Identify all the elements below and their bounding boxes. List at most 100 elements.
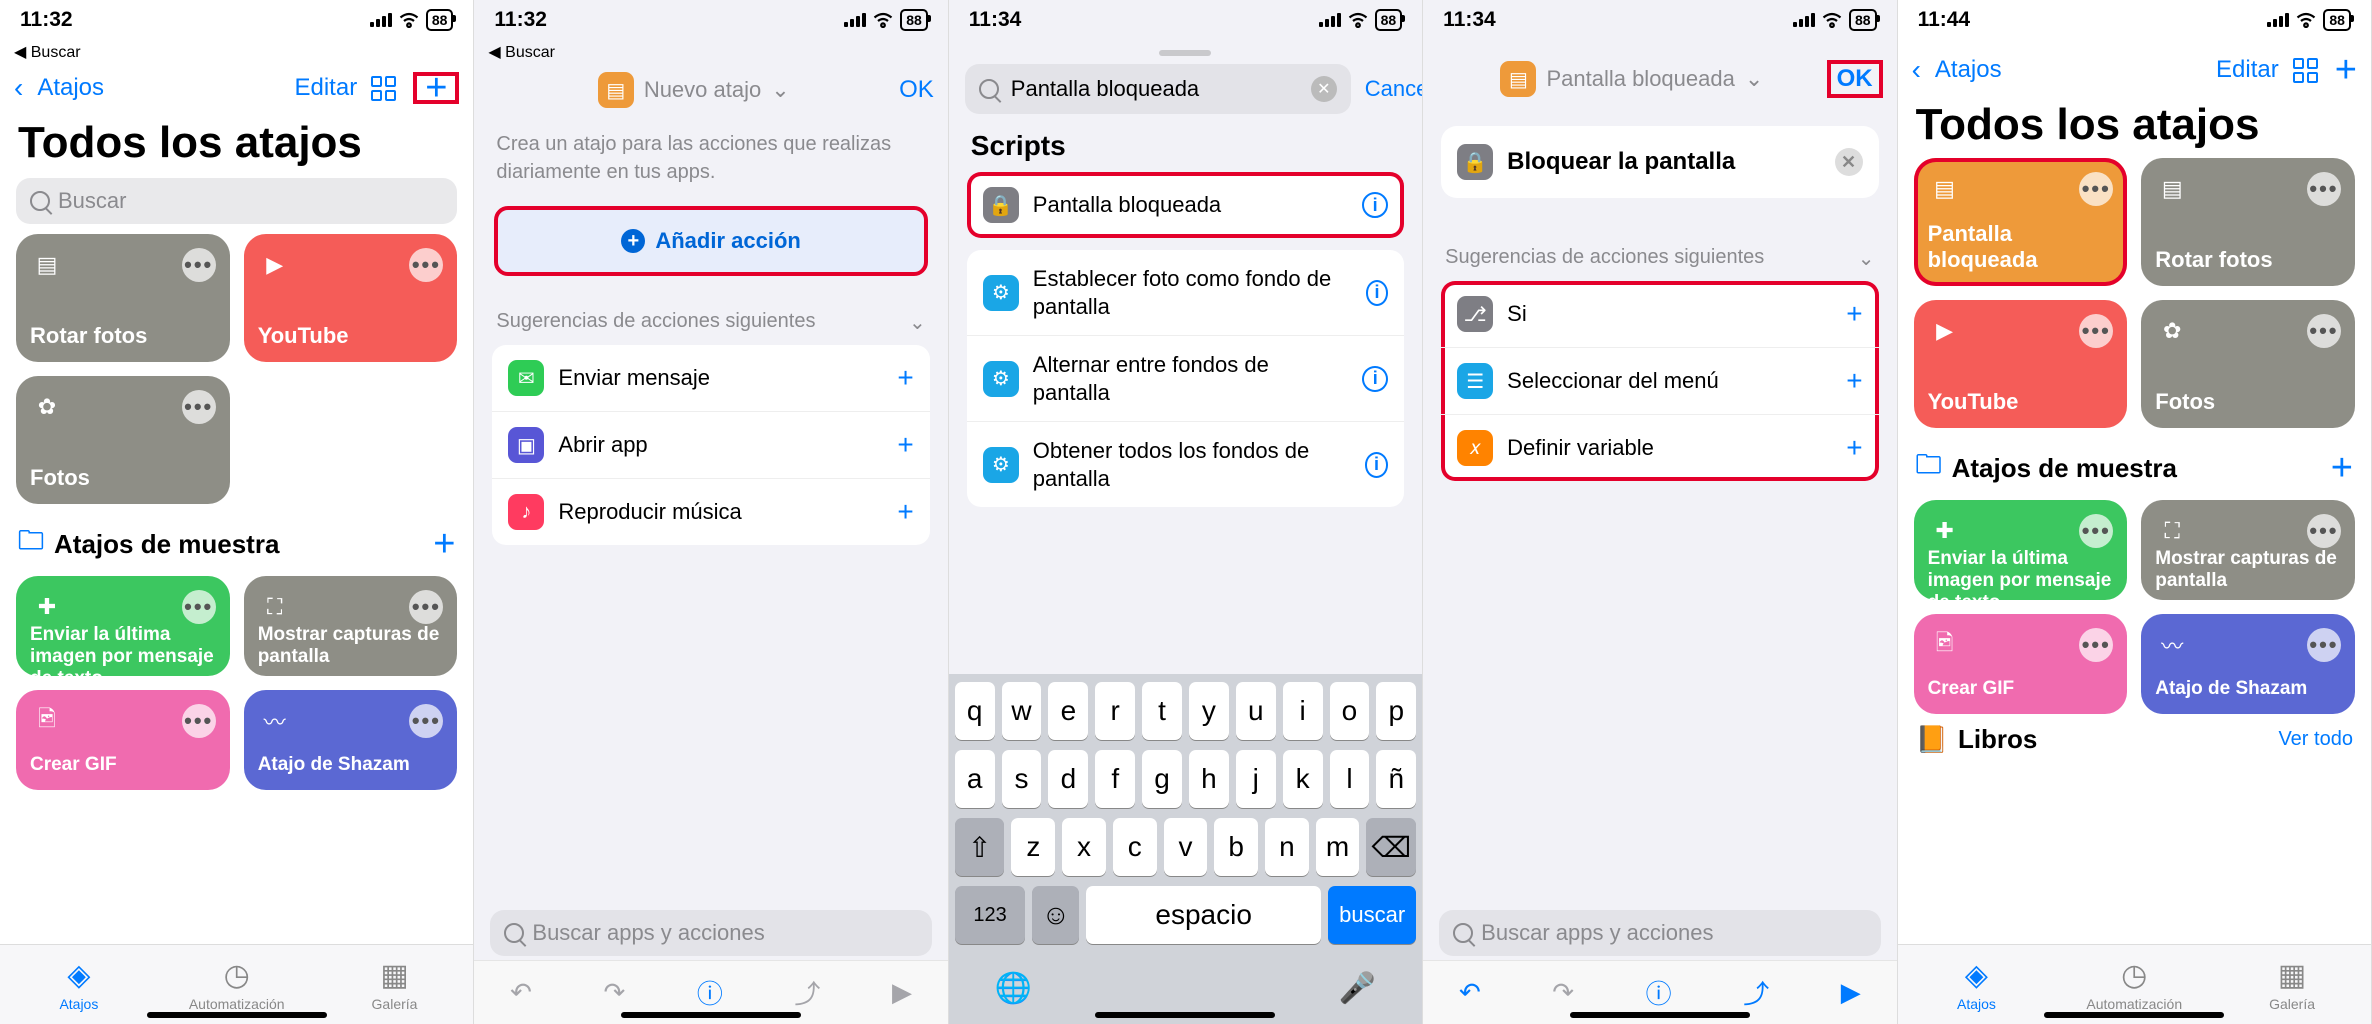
edit-button[interactable]: Editar (294, 74, 357, 102)
search-actions-field[interactable]: Buscar apps y acciones (1439, 910, 1880, 956)
suggestions-header[interactable]: Sugerencias de acciones siguientes⌄ (1423, 218, 1896, 281)
info-icon[interactable]: ⓘ (1646, 974, 1672, 1011)
add-sample-button[interactable]: + (433, 532, 455, 556)
action-row[interactable]: ⚙Establecer foto como fondo de pantallai (967, 250, 1404, 336)
action-lock-screen[interactable]: 🔒Bloquear la pantalla✕ (1441, 126, 1878, 198)
shortcut-tile[interactable]: ▤•••Rotar fotos (2141, 158, 2355, 286)
shortcut-tile[interactable]: ▶•••YouTube (1914, 300, 2128, 428)
key-v[interactable]: v (1164, 818, 1208, 876)
more-icon[interactable]: ••• (182, 248, 216, 282)
sample-tile[interactable]: ✚•••Enviar la última imagen por mensaje … (1914, 500, 2128, 600)
key-q[interactable]: q (955, 682, 995, 740)
info-icon[interactable]: i (1362, 192, 1388, 218)
sample-tile[interactable]: ⛶•••Mostrar capturas de pantalla (2141, 500, 2355, 600)
key-p[interactable]: p (1376, 682, 1416, 740)
key-f[interactable]: f (1095, 750, 1135, 808)
suggestion-row[interactable]: ☰Seleccionar del menú+ (1441, 348, 1878, 415)
ok-button[interactable]: OK (1827, 60, 1883, 98)
add-action-button[interactable]: +Añadir acción (494, 206, 927, 276)
back-to-search[interactable]: ◀ Buscar (0, 40, 473, 66)
back-to-search[interactable]: ◀ Buscar (474, 40, 947, 66)
key-n[interactable]: n (1265, 818, 1309, 876)
suggestion-row[interactable]: ♪Reproducir música+ (492, 479, 929, 545)
home-indicator[interactable] (1095, 1012, 1275, 1018)
cancel-button[interactable]: Cancelar (1365, 76, 1423, 102)
key-l[interactable]: l (1330, 750, 1370, 808)
mic-icon[interactable]: 🎤 (1339, 971, 1376, 1006)
key-k[interactable]: k (1283, 750, 1323, 808)
key-b[interactable]: b (1214, 818, 1258, 876)
emoji-key[interactable]: ☺ (1032, 886, 1079, 944)
key-ñ[interactable]: ñ (1376, 750, 1416, 808)
home-indicator[interactable] (1570, 1012, 1750, 1018)
key-r[interactable]: r (1095, 682, 1135, 740)
tab-gallery[interactable]: ▦Galería (316, 945, 474, 1024)
key-i[interactable]: i (1283, 682, 1323, 740)
key-j[interactable]: j (1236, 750, 1276, 808)
edit-button[interactable]: Editar (2216, 56, 2279, 84)
see-all-button[interactable]: Ver todo (2278, 728, 2353, 751)
suggestion-row[interactable]: ⎇Si+ (1441, 281, 1878, 348)
search-field[interactable]: ✕ (965, 64, 1351, 114)
more-icon[interactable]: ••• (182, 590, 216, 624)
action-row[interactable]: ⚙Alternar entre fondos de pantallai (967, 336, 1404, 422)
more-icon[interactable]: ••• (2079, 314, 2113, 348)
back-label[interactable]: Atajos (37, 74, 104, 102)
globe-icon[interactable]: 🌐 (995, 971, 1032, 1006)
redo-icon[interactable]: ↷ (604, 977, 626, 1008)
shortcut-title[interactable]: Nuevo atajo (644, 77, 761, 103)
more-icon[interactable]: ••• (409, 704, 443, 738)
key-y[interactable]: y (1189, 682, 1229, 740)
action-row[interactable]: 🔒Pantalla bloqueadai (967, 172, 1404, 238)
more-icon[interactable]: ••• (2307, 514, 2341, 548)
more-icon[interactable]: ••• (2079, 172, 2113, 206)
shortcut-tile-lockscreen[interactable]: ▤•••Pantalla bloqueada (1914, 158, 2128, 286)
back-chevron-icon[interactable]: ‹ (1912, 54, 1921, 86)
more-icon[interactable]: ••• (2307, 628, 2341, 662)
more-icon[interactable]: ••• (2307, 172, 2341, 206)
key-g[interactable]: g (1142, 750, 1182, 808)
more-icon[interactable]: ••• (2079, 628, 2113, 662)
view-grid-icon[interactable] (371, 76, 399, 101)
more-icon[interactable]: ••• (409, 248, 443, 282)
suggestion-row[interactable]: 𝑥Definir variable+ (1441, 415, 1878, 481)
key-z[interactable]: z (1011, 818, 1055, 876)
remove-action-icon[interactable]: ✕ (1835, 148, 1863, 176)
share-icon[interactable]: ⤴ (794, 974, 820, 1011)
sample-tile[interactable]: 〰•••Atajo de Shazam (244, 690, 458, 790)
key-o[interactable]: o (1330, 682, 1370, 740)
add-icon[interactable]: + (1846, 432, 1862, 464)
more-icon[interactable]: ••• (409, 590, 443, 624)
tab-shortcuts[interactable]: ◈Atajos (1898, 945, 2056, 1024)
add-icon[interactable]: + (897, 496, 913, 528)
key-w[interactable]: w (1002, 682, 1042, 740)
suggestion-row[interactable]: ✉Enviar mensaje+ (492, 345, 929, 412)
num-key[interactable]: 123 (955, 886, 1025, 944)
add-icon[interactable]: + (1846, 298, 1862, 330)
sheet-handle[interactable] (1159, 50, 1211, 56)
key-e[interactable]: e (1048, 682, 1088, 740)
more-icon[interactable]: ••• (2079, 514, 2113, 548)
redo-icon[interactable]: ↷ (1552, 977, 1574, 1008)
key-a[interactable]: a (955, 750, 995, 808)
key-u[interactable]: u (1236, 682, 1276, 740)
more-icon[interactable]: ••• (2307, 314, 2341, 348)
home-indicator[interactable] (147, 1012, 327, 1018)
undo-icon[interactable]: ↶ (510, 977, 532, 1008)
info-icon[interactable]: i (1365, 452, 1388, 478)
key-d[interactable]: d (1048, 750, 1088, 808)
key-m[interactable]: m (1316, 818, 1360, 876)
add-icon[interactable]: + (1846, 365, 1862, 397)
sample-tile[interactable]: ⛶•••Mostrar capturas de pantalla (244, 576, 458, 676)
shortcut-tile[interactable]: ▶•••YouTube (244, 234, 458, 362)
search-actions-field[interactable]: Buscar apps y acciones (490, 910, 931, 956)
shift-key[interactable]: ⇧ (955, 818, 1005, 876)
play-icon[interactable]: ▶ (892, 977, 912, 1008)
suggestions-header[interactable]: Sugerencias de acciones siguientes⌄ (474, 282, 947, 345)
share-icon[interactable]: ⤴ (1743, 974, 1769, 1011)
info-icon[interactable]: i (1366, 280, 1388, 306)
search-field[interactable]: Buscar (16, 178, 457, 224)
key-h[interactable]: h (1189, 750, 1229, 808)
add-icon[interactable]: + (897, 362, 913, 394)
play-icon[interactable]: ▶ (1841, 977, 1861, 1008)
